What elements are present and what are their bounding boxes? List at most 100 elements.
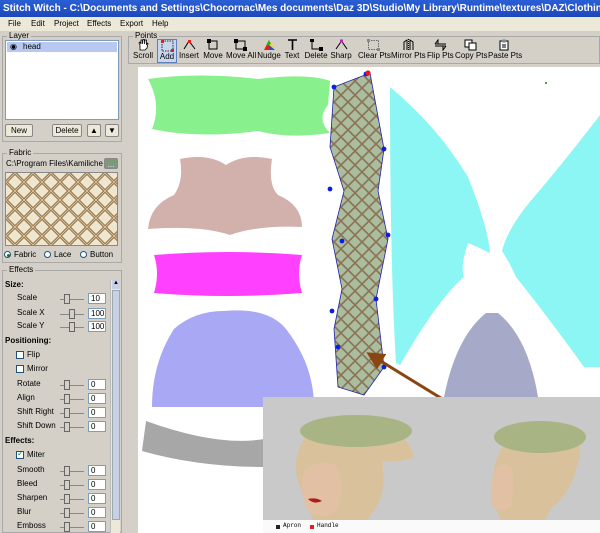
flip-points-tool-button[interactable]: Flip Pts [427, 39, 454, 63]
bleed-slider[interactable] [60, 479, 84, 491]
smooth-field[interactable]: 0 [88, 465, 106, 476]
layer-list[interactable]: ◉ head [5, 40, 119, 120]
menu-project[interactable]: Project [54, 18, 79, 30]
uv-shape-cyan-left [390, 87, 490, 365]
copy-points-tool-label: Copy Pts [455, 51, 488, 60]
menu-export[interactable]: Export [120, 18, 143, 30]
scale-x-slider[interactable] [60, 308, 84, 320]
button-radio-label: Button [90, 250, 114, 259]
text-icon [287, 39, 297, 50]
move-all-tool-label: Move All [226, 51, 257, 60]
sharpen-slider[interactable] [60, 493, 84, 505]
control-point [385, 232, 391, 238]
control-point [339, 238, 345, 244]
layer-row[interactable]: ◉ head [7, 42, 117, 52]
eye-icon[interactable]: ◉ [10, 42, 17, 52]
text-tool-button[interactable]: Text [283, 39, 301, 63]
lace-radio[interactable] [44, 251, 51, 258]
fabric-radio[interactable] [4, 251, 11, 258]
move-tool-button[interactable]: Move [202, 39, 224, 63]
render-hat-right [494, 421, 586, 453]
scroll-up-icon[interactable]: ▲ [112, 280, 120, 289]
nudge-icon [263, 40, 275, 50]
menu-effects[interactable]: Effects [87, 18, 111, 30]
uv-canvas[interactable]: Apron Handle [138, 67, 600, 533]
menu-edit[interactable]: Edit [31, 18, 45, 30]
emboss-slider[interactable] [60, 521, 84, 533]
hand-icon [138, 39, 148, 51]
new-layer-button[interactable]: New [5, 124, 33, 137]
menu-help[interactable]: Help [152, 18, 168, 30]
uv-map [142, 70, 600, 533]
shift-right-field[interactable]: 0 [88, 407, 106, 418]
emboss-label: Emboss [17, 521, 46, 530]
paste-points-tool-button[interactable]: Paste Pts [488, 39, 523, 63]
add-tool-button[interactable]: Add [157, 39, 177, 63]
mirror-points-icon [403, 39, 413, 51]
miter-checkbox[interactable] [16, 449, 24, 459]
scale-slider[interactable] [60, 293, 84, 305]
copy-points-tool-button[interactable]: Copy Pts [455, 39, 488, 63]
flip-points-icon [434, 39, 446, 51]
move-layer-down-button[interactable]: ▼ [105, 124, 119, 137]
mirror-points-tool-label: Mirror Pts [391, 51, 426, 60]
flip-points-tool-label: Flip Pts [427, 51, 454, 60]
canvas-marker [545, 82, 547, 84]
scale-field[interactable]: 10 [88, 293, 106, 304]
scale-y-slider[interactable] [60, 321, 84, 333]
sharpen-label: Sharpen [17, 493, 48, 502]
menu-bar: File Edit Project Effects Export Help [0, 17, 600, 31]
delete-layer-button[interactable]: Delete [52, 124, 82, 137]
scale-x-field[interactable]: 100 [88, 308, 106, 319]
rotate-field[interactable]: 0 [88, 379, 106, 390]
size-section-heading: Size: [5, 280, 24, 289]
scroll-tool-button[interactable]: Scroll [133, 39, 153, 63]
smooth-slider[interactable] [60, 465, 84, 477]
shift-down-field[interactable]: 0 [88, 421, 106, 432]
move-icon [206, 39, 217, 50]
effects-scrollbar[interactable]: ▲ [110, 280, 120, 533]
align-slider[interactable] [60, 393, 84, 405]
flip-checkbox[interactable] [16, 351, 24, 359]
mirror-label: Mirror [27, 364, 48, 373]
render-face-left [302, 463, 342, 517]
button-radio[interactable] [80, 251, 87, 258]
paste-points-tool-label: Paste Pts [488, 51, 523, 60]
shift-down-slider[interactable] [60, 421, 84, 433]
delete-tool-button[interactable]: Delete [304, 39, 328, 63]
move-all-tool-button[interactable]: Move All [226, 39, 257, 63]
fabric-browse-button[interactable]: ... [104, 158, 118, 169]
nudge-tool-button[interactable]: Nudge [257, 39, 281, 63]
shift-right-slider[interactable] [60, 407, 84, 419]
scale-y-label: Scale Y [17, 321, 45, 330]
uv-shape-green [148, 75, 330, 136]
sharp-tool-button[interactable]: Sharp [330, 39, 352, 63]
fabric-preview [5, 172, 118, 246]
sharpen-field[interactable]: 0 [88, 493, 106, 504]
mirror-checkbox[interactable] [16, 365, 24, 373]
effects-panel-title: Effects [7, 265, 36, 275]
clear-points-tool-button[interactable]: Clear Pts [358, 39, 391, 63]
align-field[interactable]: 0 [88, 393, 106, 404]
scroll-tool-label: Scroll [133, 51, 154, 60]
rotate-slider[interactable] [60, 379, 84, 391]
rotate-label: Rotate [17, 379, 41, 388]
uv-shape-slate [444, 313, 538, 397]
scale-y-field[interactable]: 100 [88, 321, 106, 332]
fabric-swatch-image [6, 173, 117, 245]
emboss-field[interactable]: 0 [88, 521, 106, 532]
copy-points-icon [464, 39, 476, 51]
shift-down-label: Shift Down [17, 421, 56, 430]
render-hat-left [300, 415, 412, 447]
blur-field[interactable]: 0 [88, 507, 106, 518]
bleed-field[interactable]: 0 [88, 479, 106, 490]
menu-file[interactable]: File [8, 18, 21, 30]
window-title-bar[interactable]: Stitch Witch - C:\Documents and Settings… [0, 0, 600, 17]
move-layer-up-button[interactable]: ▲ [87, 124, 101, 137]
mirror-points-tool-button[interactable]: Mirror Pts [391, 39, 426, 63]
insert-tool-button[interactable]: Insert [178, 39, 200, 63]
delete-tool-label: Delete [304, 51, 328, 60]
scroll-thumb[interactable] [112, 290, 120, 520]
delete-point-icon [309, 39, 323, 51]
blur-slider[interactable] [60, 507, 84, 519]
